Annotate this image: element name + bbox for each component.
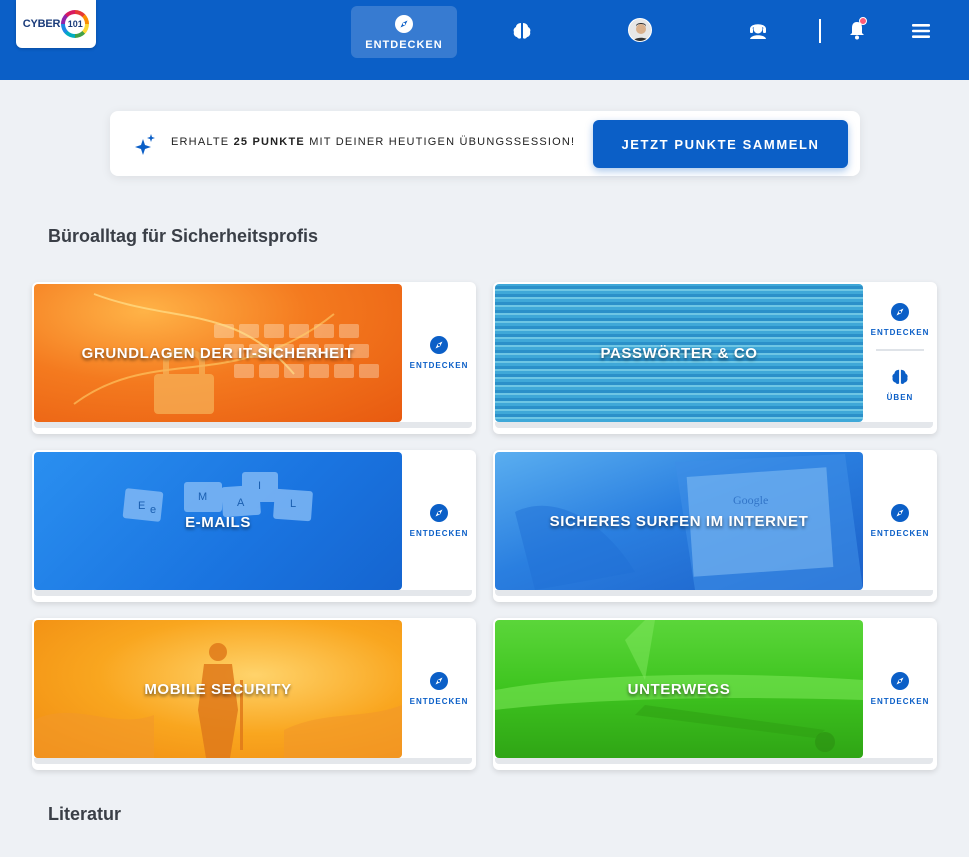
progress-bar: [495, 758, 933, 764]
promo-points: 25 PUNKTE: [233, 136, 305, 148]
logo-number: 101: [65, 14, 86, 34]
course-image[interactable]: MOBILE SECURITY: [34, 620, 402, 758]
course-image[interactable]: GRUNDLAGEN DER IT-SICHERHEIT: [34, 284, 402, 422]
discover-label: ENTDECKEN: [870, 696, 930, 706]
actions-divider: [876, 349, 924, 351]
course-actions: ENTDECKEN: [402, 282, 476, 422]
compass-icon: [891, 503, 909, 522]
practice-button[interactable]: ÜBEN: [887, 367, 914, 402]
discover-label: ENTDECKEN: [870, 328, 930, 337]
course-card-mobile-security[interactable]: MOBILE SECURITY ENTDECKEN: [32, 618, 476, 770]
progress-bar: [495, 590, 933, 596]
discover-button[interactable]: ENTDECKEN: [410, 335, 469, 370]
compass-icon: [430, 503, 448, 522]
course-title: SICHERES SURFEN IM INTERNET: [549, 512, 809, 530]
nav-practice-button[interactable]: [509, 18, 535, 44]
tile-letter: A: [237, 497, 245, 509]
course-image[interactable]: PASSWÖRTER & CO: [495, 284, 863, 422]
sparkle-icon: [135, 134, 155, 155]
course-image[interactable]: E e M A I L E-MAILS: [34, 452, 402, 590]
promo-prefix: ERHALTE: [171, 136, 230, 148]
nav-discover-button[interactable]: ENTDECKEN: [351, 6, 457, 58]
avatar: [628, 18, 652, 42]
promo-text: ERHALTE 25 PUNKTE MIT DEINER HEUTIGEN ÜB…: [171, 136, 575, 148]
course-title: E-MAILS: [185, 513, 251, 531]
course-image[interactable]: Google SICHERES SURFEN IM INTERNET: [495, 452, 863, 590]
course-title: UNTERWEGS: [627, 680, 731, 698]
collect-points-button[interactable]: JETZT PUNKTE SAMMELN: [593, 120, 848, 168]
tile-letter: L: [290, 498, 296, 510]
course-card-safe-surfing[interactable]: Google SICHERES SURFEN IM INTERNET ENTDE…: [493, 450, 937, 602]
top-navigation-bar: CYBER 101 ENTDECKEN: [0, 0, 969, 80]
brain-icon: [513, 23, 531, 39]
course-actions: ENTDECKEN: [863, 450, 937, 590]
discover-label: ENTDECKEN: [409, 528, 469, 538]
discover-label: ENTDECKEN: [409, 696, 469, 706]
course-title: PASSWÖRTER & CO: [600, 344, 758, 362]
discover-button[interactable]: ENTDECKEN: [871, 503, 930, 538]
progress-bar: [34, 758, 472, 764]
compass-icon: [395, 14, 413, 33]
nav-discover-label: ENTDECKEN: [365, 38, 443, 51]
nav-support-button[interactable]: [745, 17, 771, 43]
google-text: Google: [733, 493, 768, 507]
discover-button[interactable]: ENTDECKEN: [410, 671, 469, 706]
tile-letter: I: [258, 480, 261, 492]
discover-button[interactable]: ENTDECKEN: [871, 302, 930, 337]
progress-bar: [34, 422, 472, 428]
section-title-literature: Literatur: [48, 804, 122, 824]
compass-icon: [891, 303, 909, 321]
discover-label: ENTDECKEN: [870, 528, 930, 538]
practice-label: ÜBEN: [886, 393, 914, 402]
cyber101-logo[interactable]: CYBER 101: [16, 0, 96, 48]
compass-icon: [430, 671, 448, 690]
notification-dot: [859, 17, 867, 25]
nav-profile-button[interactable]: [627, 17, 653, 43]
promo-suffix: MIT DEINER HEUTIGEN ÜBUNGSSESSION!: [309, 136, 576, 148]
nav-notifications-button[interactable]: [844, 17, 870, 43]
discover-button[interactable]: ENTDECKEN: [871, 671, 930, 706]
compass-icon: [430, 335, 448, 354]
course-card-emails[interactable]: E e M A I L E-MAILS ENTDECKEN: [32, 450, 476, 602]
points-promo-banner: ERHALTE 25 PUNKTE MIT DEINER HEUTIGEN ÜB…: [110, 111, 860, 176]
tile-letter: e: [150, 504, 156, 516]
course-actions: ENTDECKEN: [402, 450, 476, 590]
course-actions: ENTDECKEN: [402, 618, 476, 758]
course-title: GRUNDLAGEN DER IT-SICHERHEIT: [81, 344, 355, 362]
logo-text: CYBER: [22, 18, 61, 30]
discover-button[interactable]: ENTDECKEN: [410, 503, 469, 538]
course-title: MOBILE SECURITY: [144, 680, 292, 698]
progress-bar: [495, 422, 933, 428]
tile-letter: E: [138, 500, 145, 512]
menu-icon: [912, 24, 930, 38]
course-card-it-security-basics[interactable]: GRUNDLAGEN DER IT-SICHERHEIT ENTDECKEN: [32, 282, 476, 434]
progress-bar: [34, 590, 472, 596]
course-actions: ENTDECKEN: [863, 618, 937, 758]
compass-icon: [891, 671, 909, 690]
support-icon: [750, 24, 766, 39]
course-card-passwords[interactable]: PASSWÖRTER & CO ENTDECKEN ÜBEN: [493, 282, 937, 434]
course-actions: ENTDECKEN ÜBEN: [863, 282, 937, 422]
nav-menu-button[interactable]: [908, 18, 934, 44]
tile-letter: M: [198, 491, 207, 503]
course-card-traveling[interactable]: UNTERWEGS ENTDECKEN: [493, 618, 937, 770]
course-image[interactable]: UNTERWEGS: [495, 620, 863, 758]
nav-divider: [819, 19, 821, 43]
section-title-office: Büroalltag für Sicherheitsprofis: [48, 226, 319, 246]
logo-ring: 101: [61, 10, 90, 38]
discover-label: ENTDECKEN: [409, 360, 469, 370]
brain-icon: [892, 369, 908, 384]
